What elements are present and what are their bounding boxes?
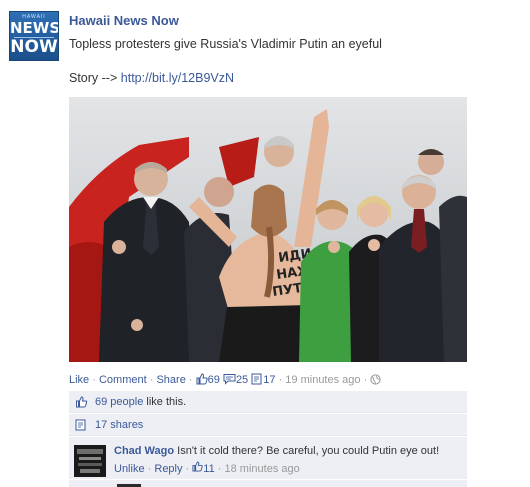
comment-meta: Unlike · Reply · 11 · 18 minutes ago xyxy=(114,461,300,475)
globe-icon[interactable] xyxy=(370,374,381,385)
likes-suffix: like this. xyxy=(143,396,187,408)
like-link[interactable]: Like xyxy=(69,374,89,386)
comment-likes-count: 11 xyxy=(203,463,215,475)
avatar-logo-news-text: NEWS xyxy=(10,19,59,37)
comments-count: 25 xyxy=(235,374,249,386)
commenter-name[interactable]: Chad Wago xyxy=(114,445,174,457)
comment-text: Isn't it cold there? Be careful, you cou… xyxy=(177,445,440,457)
comment-reply-link[interactable]: Reply xyxy=(154,463,182,475)
post-photo[interactable]: ИДИ НАХУ ПУТИН xyxy=(69,97,467,362)
separator: · xyxy=(185,463,190,475)
commenter-avatar-image xyxy=(74,445,106,477)
post-message: Topless protesters give Russia's Vladimi… xyxy=(69,37,382,51)
post-timestamp[interactable]: 19 minutes ago xyxy=(285,374,360,386)
comment-link[interactable]: Comment xyxy=(99,374,147,386)
likes-summary-text: 69 people like this. xyxy=(95,396,186,408)
share-icon xyxy=(251,373,262,385)
comment-likes-link[interactable]: 11 xyxy=(192,461,217,475)
likes-count: 69 xyxy=(207,374,220,386)
likes-count-link[interactable]: 69 xyxy=(196,373,223,386)
thumbs-up-icon xyxy=(76,396,88,408)
avatar-logo-now-text: NOW xyxy=(10,37,58,57)
separator: · xyxy=(278,374,283,386)
comment-bubble-icon xyxy=(223,374,236,385)
separator: · xyxy=(363,374,368,386)
news-feed-post: HAWAII NEWS NOW Hawaii News Now Topless … xyxy=(0,0,530,487)
separator: · xyxy=(188,374,193,386)
comment-timestamp[interactable]: 18 minutes ago xyxy=(225,463,300,475)
thumbs-up-icon xyxy=(196,373,208,385)
comment-unlike-link[interactable]: Unlike xyxy=(114,463,145,475)
comments-count-link[interactable]: 25 xyxy=(223,374,251,386)
comment: Chad Wago Isn't it cold there? Be carefu… xyxy=(69,437,467,479)
page-avatar[interactable]: HAWAII NEWS NOW xyxy=(9,11,59,61)
comment-line: Chad Wago Isn't it cold there? Be carefu… xyxy=(114,445,439,457)
commenter-avatar[interactable] xyxy=(74,445,106,477)
shares-count-link[interactable]: 17 xyxy=(251,373,278,386)
shares-summary-text: 17 shares xyxy=(95,419,143,431)
story-link[interactable]: http://bit.ly/12B9VzN xyxy=(121,71,234,85)
separator: · xyxy=(92,374,96,386)
separator: · xyxy=(217,463,222,475)
likes-summary-row: 69 people like this. xyxy=(69,391,467,413)
shares-link[interactable]: 17 shares xyxy=(95,419,143,431)
likes-people-link[interactable]: 69 people xyxy=(95,396,143,408)
separator: · xyxy=(147,463,152,475)
photo-illustration: ИДИ НАХУ ПУТИН xyxy=(69,109,467,362)
post-author[interactable]: Hawaii News Now xyxy=(69,13,179,28)
share-link[interactable]: Share xyxy=(156,374,185,386)
shares-count: 17 xyxy=(263,374,276,386)
thumbs-up-icon xyxy=(192,461,203,472)
next-comment-partial xyxy=(69,480,467,487)
story-label: Story --> xyxy=(69,71,118,85)
shares-summary-row: 17 shares xyxy=(69,414,467,436)
share-icon xyxy=(75,419,86,431)
separator: · xyxy=(149,374,154,386)
post-action-bar: Like · Comment · Share · 69 25 17 · 19 m… xyxy=(69,373,381,386)
post-story-line: Story --> http://bit.ly/12B9VzN xyxy=(69,71,234,85)
